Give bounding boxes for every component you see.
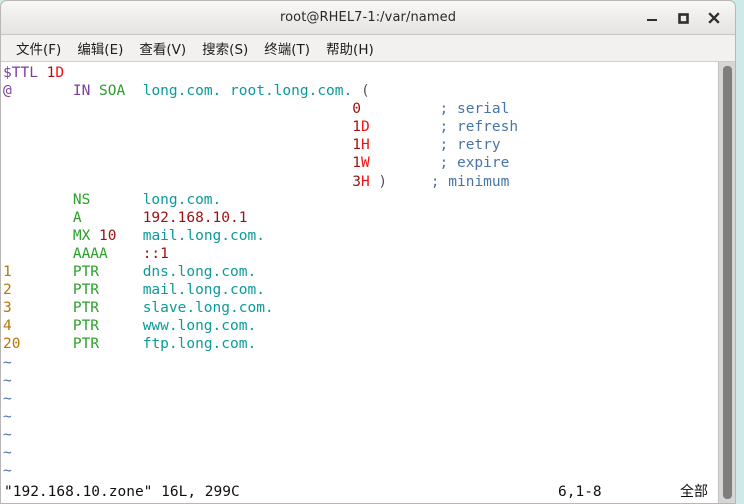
menu-item-search[interactable]: 搜索(S) bbox=[194, 36, 256, 60]
close-button[interactable] bbox=[705, 9, 723, 27]
soa-close-paren: ) bbox=[378, 173, 388, 190]
record-type-a: A bbox=[72, 209, 82, 226]
record-type-aaaa: AAAA bbox=[72, 245, 108, 262]
menu-item-file[interactable]: 文件(F) bbox=[8, 36, 69, 60]
soa-serial-value: 0 bbox=[352, 101, 361, 118]
soa-expire-comment: ; expire bbox=[439, 155, 510, 172]
ptr-target-1: dns.long.com. bbox=[142, 264, 257, 281]
vim-line-expire: 1W ; expire bbox=[2, 154, 718, 172]
vim-line-minimum: 3H ) ; minimum bbox=[2, 173, 718, 191]
record-type-ns: NS bbox=[72, 191, 91, 208]
ptr-index-20: 20 bbox=[3, 336, 21, 353]
ptr-index-3: 3 bbox=[3, 300, 12, 317]
vim-line-mx: MX 10 mail.long.com. bbox=[2, 227, 718, 245]
mx-target: mail.long.com. bbox=[142, 227, 265, 244]
ptr-target-2: mail.long.com. bbox=[142, 282, 265, 299]
vim-line-ptr-1: 1 PTR dns.long.com. bbox=[2, 263, 718, 281]
vim-line-a: A 192.168.10.1 bbox=[2, 209, 718, 227]
record-type-ptr-4: PTR bbox=[72, 318, 100, 335]
soa-retry-comment: ; retry bbox=[439, 137, 501, 154]
vim-statusline: "192.168.10.zone" 16L, 299C 6,1-8 全部 bbox=[2, 480, 718, 503]
vim-buffer[interactable]: $TTL 1D @ IN SOA long.com. root.long.com… bbox=[1, 62, 718, 503]
record-type-mx: MX bbox=[72, 227, 91, 244]
window-title: root@RHEL7-1:/var/named bbox=[279, 10, 457, 25]
vim-empty-line-marker: ~ bbox=[2, 372, 718, 390]
soa-expire-number: 1 bbox=[352, 155, 361, 172]
ttl-directive: $TTL bbox=[3, 65, 38, 81]
soa-serial-comment: ; serial bbox=[439, 101, 510, 118]
origin-symbol: @ bbox=[3, 83, 12, 100]
ptr-target-20: ftp.long.com. bbox=[142, 336, 257, 353]
a-address: 192.168.10.1 bbox=[142, 209, 248, 226]
terminal-scrollbar[interactable] bbox=[718, 62, 735, 503]
window-controls bbox=[643, 1, 729, 34]
menu-item-view[interactable]: 查看(V) bbox=[131, 36, 194, 60]
vim-line-soa: @ IN SOA long.com. root.long.com. ( bbox=[2, 82, 718, 100]
vim-status-file-info: "192.168.10.zone" 16L, 299C bbox=[4, 484, 240, 501]
vim-line-ptr-20: 20 PTR ftp.long.com. bbox=[2, 335, 718, 353]
record-type-ptr-20: PTR bbox=[72, 336, 100, 353]
class-in: IN bbox=[72, 83, 91, 100]
menu-item-terminal[interactable]: 终端(T) bbox=[256, 36, 318, 60]
ptr-index-1: 1 bbox=[3, 264, 12, 281]
soa-refresh-number: 1 bbox=[352, 119, 361, 136]
vim-empty-line-marker: ~ bbox=[2, 462, 718, 480]
soa-minimum-comment: ; minimum bbox=[430, 173, 510, 190]
record-type-ptr-3: PTR bbox=[72, 300, 100, 317]
soa-refresh-unit: D bbox=[360, 119, 370, 136]
soa-rname: root.long.com. bbox=[230, 83, 353, 100]
soa-minimum-number: 3 bbox=[352, 173, 361, 190]
tilde-glyph: ~ bbox=[3, 444, 12, 461]
ttl-value-unit: D bbox=[55, 65, 65, 81]
tilde-glyph: ~ bbox=[3, 354, 12, 371]
ptr-target-3: slave.long.com. bbox=[142, 300, 274, 317]
record-type-ptr-1: PTR bbox=[72, 264, 100, 281]
ptr-index-2: 2 bbox=[3, 282, 12, 299]
record-type-soa: SOA bbox=[99, 83, 126, 100]
soa-retry-unit: H bbox=[360, 137, 370, 154]
scrollbar-thumb[interactable] bbox=[723, 66, 732, 499]
soa-retry-number: 1 bbox=[352, 137, 361, 154]
soa-refresh-comment: ; refresh bbox=[439, 119, 519, 136]
vim-line-ptr-2: 2 PTR mail.long.com. bbox=[2, 281, 718, 299]
window-titlebar[interactable]: root@RHEL7-1:/var/named bbox=[1, 1, 735, 35]
vim-line-ttl: $TTL 1D bbox=[2, 64, 718, 82]
vim-status-cursor-position: 6,1-8 bbox=[558, 484, 602, 501]
vim-line-serial: 0 ; serial bbox=[2, 100, 718, 118]
vim-line-ns: NS long.com. bbox=[2, 191, 718, 209]
soa-expire-unit: W bbox=[360, 155, 370, 172]
vim-line-retry: 1H ; retry bbox=[2, 136, 718, 154]
vim-status-scroll-indicator: 全部 bbox=[680, 484, 708, 501]
soa-mname: long.com. bbox=[142, 83, 222, 100]
tilde-glyph: ~ bbox=[3, 408, 12, 425]
minimize-button[interactable] bbox=[643, 9, 661, 27]
soa-minimum-unit: H bbox=[360, 173, 370, 190]
vim-empty-line-marker: ~ bbox=[2, 426, 718, 444]
ns-target: long.com. bbox=[142, 191, 222, 208]
record-type-ptr-2: PTR bbox=[72, 282, 100, 299]
tilde-glyph: ~ bbox=[3, 463, 12, 480]
mx-priority: 10 bbox=[99, 227, 117, 244]
menu-item-edit[interactable]: 编辑(E) bbox=[69, 36, 131, 60]
vim-empty-line-marker: ~ bbox=[2, 444, 718, 462]
vim-line-ptr-4: 4 PTR www.long.com. bbox=[2, 317, 718, 335]
vim-line-aaaa: AAAA ::1 bbox=[2, 245, 718, 263]
vim-empty-line-marker: ~ bbox=[2, 408, 718, 426]
menu-item-help[interactable]: 帮助(H) bbox=[318, 36, 382, 60]
tilde-glyph: ~ bbox=[3, 426, 12, 443]
terminal-window: root@RHEL7-1:/var/named 文件(F) 编辑(E) 查看(V… bbox=[0, 0, 736, 504]
menubar: 文件(F) 编辑(E) 查看(V) 搜索(S) 终端(T) 帮助(H) bbox=[1, 35, 735, 62]
tilde-glyph: ~ bbox=[3, 372, 12, 389]
tilde-glyph: ~ bbox=[3, 390, 12, 407]
vim-empty-line-marker: ~ bbox=[2, 390, 718, 408]
soa-open-paren: ( bbox=[360, 83, 370, 100]
terminal-area: $TTL 1D @ IN SOA long.com. root.long.com… bbox=[1, 62, 735, 503]
aaaa-address: ::1 bbox=[142, 245, 169, 262]
vim-empty-line-marker: ~ bbox=[2, 354, 718, 372]
maximize-button[interactable] bbox=[674, 9, 692, 27]
ptr-target-4: www.long.com. bbox=[142, 318, 257, 335]
vim-line-refresh: 1D ; refresh bbox=[2, 118, 718, 136]
ptr-index-4: 4 bbox=[3, 318, 12, 335]
vim-line-ptr-3: 3 PTR slave.long.com. bbox=[2, 299, 718, 317]
